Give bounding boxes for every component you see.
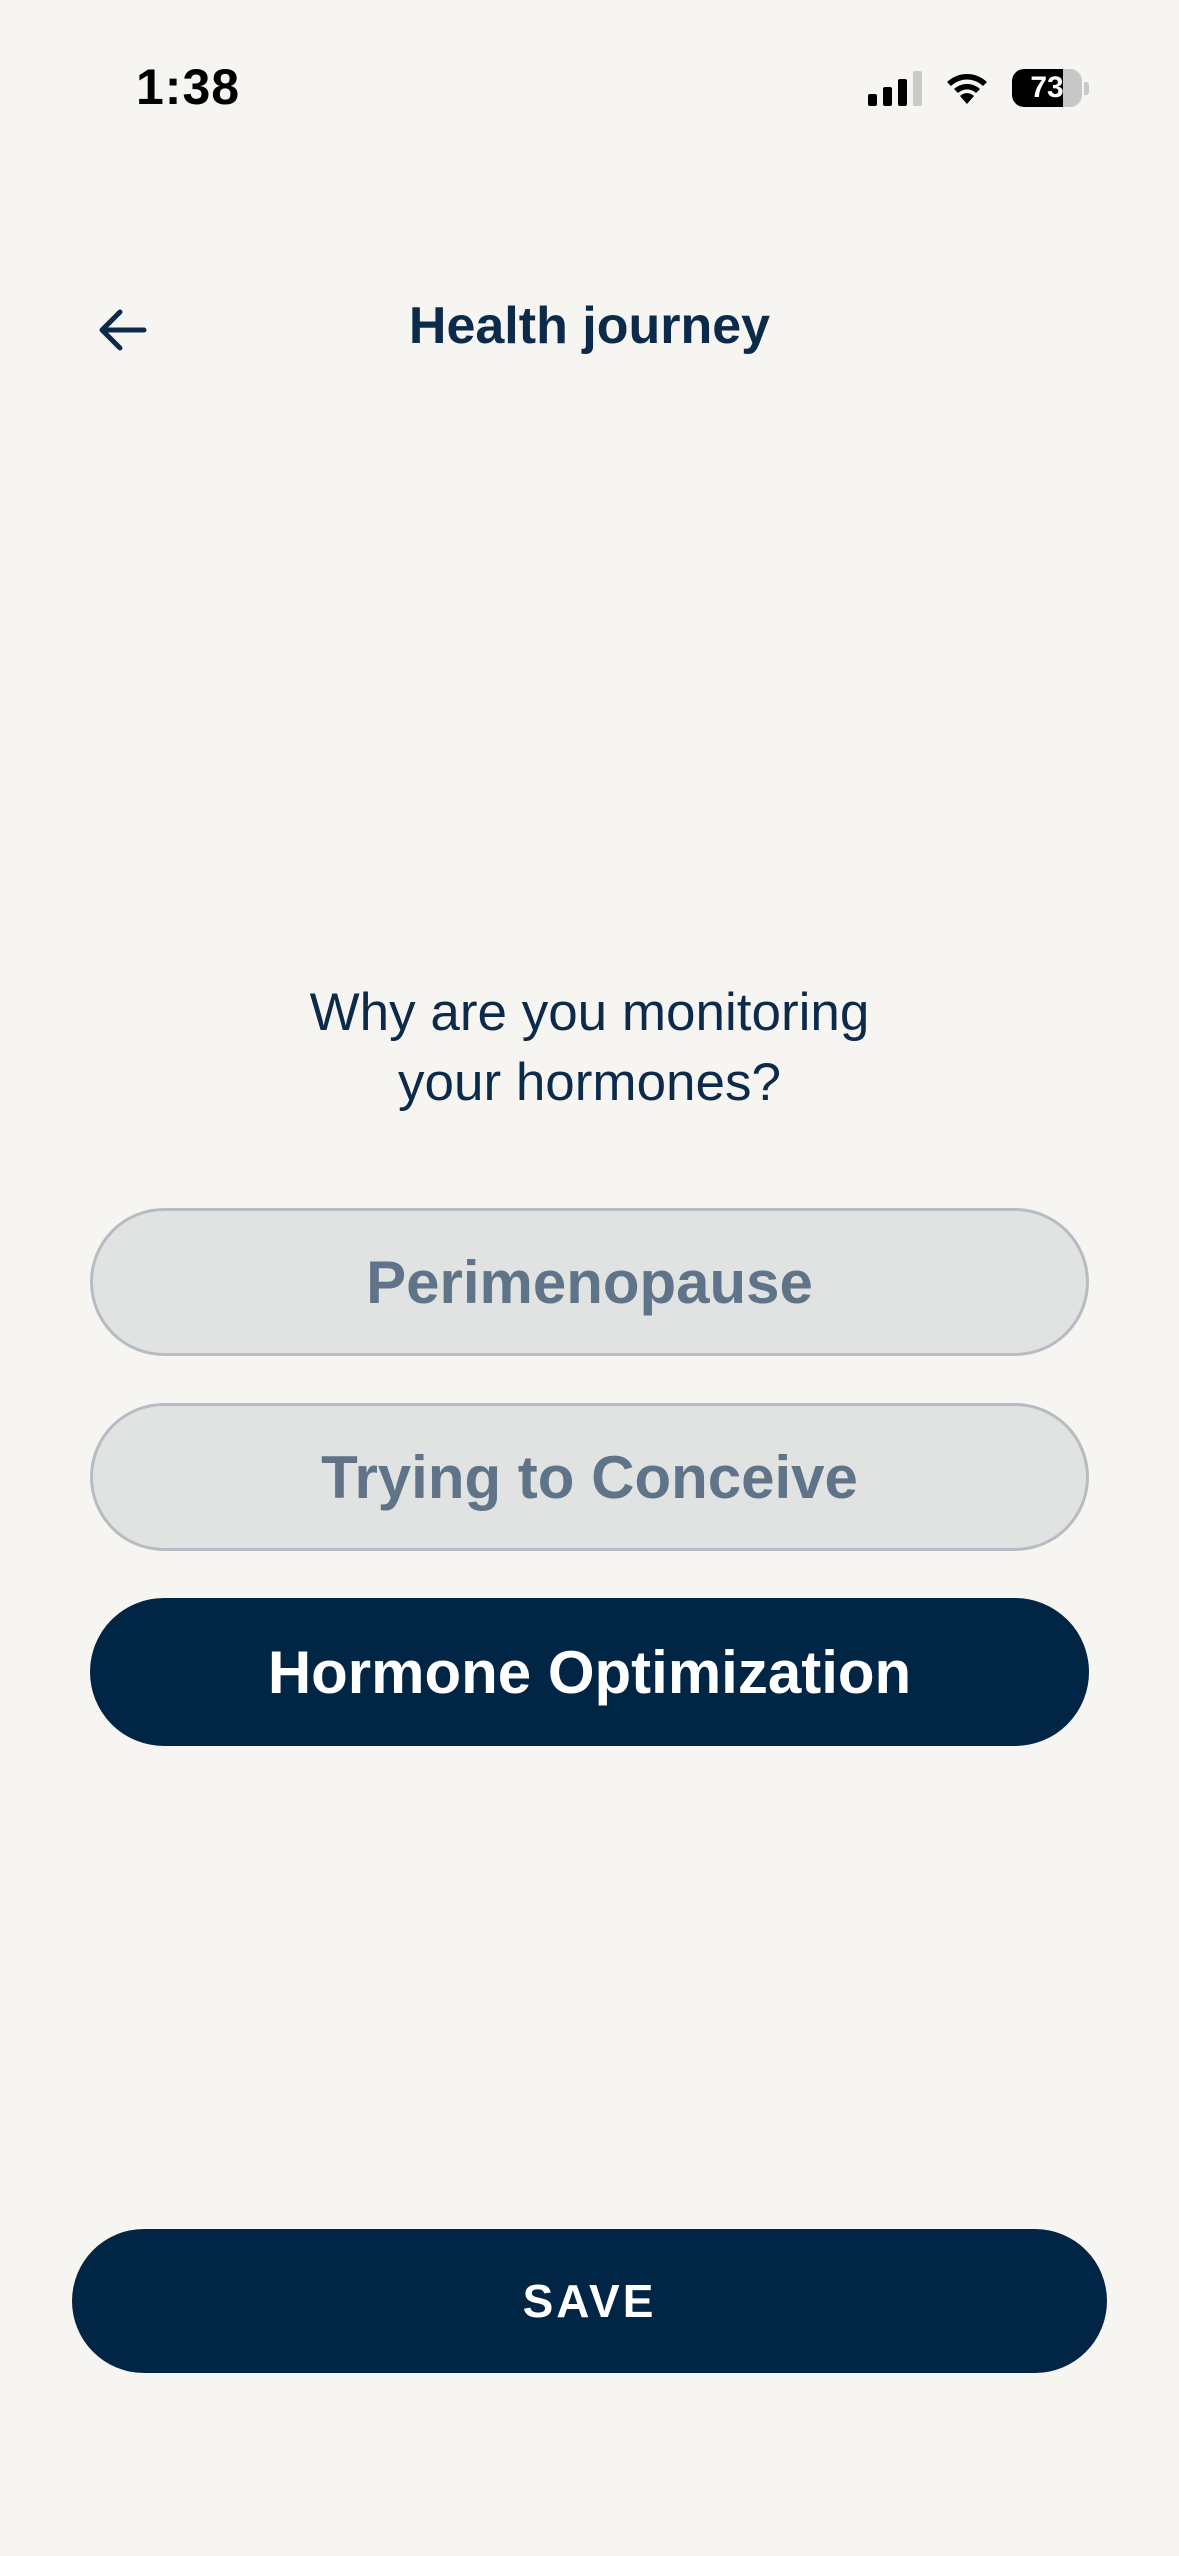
option-label: Hormone Optimization	[267, 1638, 912, 1706]
page-title: Health journey	[408, 297, 771, 355]
option-label: Trying to Conceive	[321, 1443, 858, 1511]
question-text: Why are you monitoring your hormones?	[309, 983, 870, 1112]
save-button-label: SAVE	[522, 2275, 657, 2327]
option-perimenopause[interactable]: Perimenopause	[90, 1208, 1089, 1356]
battery-level: 73	[1030, 71, 1064, 104]
status-icons: 73	[868, 66, 1089, 110]
option-hormone-optimization[interactable]: Hormone Optimization	[90, 1598, 1089, 1746]
save-button[interactable]: SAVE	[72, 2229, 1107, 2373]
option-trying-to-conceive[interactable]: Trying to Conceive	[90, 1403, 1089, 1551]
header: Health journey	[0, 270, 1179, 390]
battery-icon: 73	[1012, 69, 1089, 107]
status-time: 1:38	[136, 59, 241, 115]
options-list: Perimenopause Trying to Conceive Hormone…	[90, 1208, 1089, 1793]
status-bar: 1:38 73	[0, 0, 1179, 175]
cellular-signal-icon	[868, 70, 922, 106]
option-label: Perimenopause	[366, 1248, 813, 1316]
wifi-icon	[944, 70, 990, 106]
